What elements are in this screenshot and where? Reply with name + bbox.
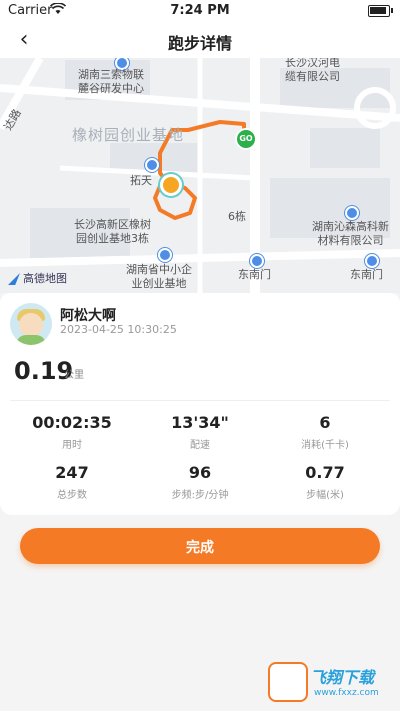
map-label: 东南门 <box>350 268 383 281</box>
map-poi-icon <box>345 206 359 220</box>
end-marker <box>160 174 182 196</box>
run-datetime: 2023-04-25 10:30:25 <box>60 323 177 336</box>
map-label: 拓天 <box>130 174 152 187</box>
run-summary-card: 阿松大啊 2023-04-25 10:30:25 0.19 公里 00:02:3… <box>0 293 400 515</box>
stat-steps: 247 总步数 <box>12 463 132 501</box>
map-label: 长沙高新区橡树 园创业基地3栋 <box>74 218 151 245</box>
map-poi-icon <box>365 254 379 268</box>
amap-logo-icon <box>8 273 20 285</box>
distance-unit: 公里 <box>64 370 84 381</box>
map-label: 湖南三索物联 麓谷研发中心 <box>78 68 144 95</box>
stat-label: 配速 <box>190 440 210 451</box>
stat-value: 00:02:35 <box>32 413 112 432</box>
stat-label: 用时 <box>62 440 82 451</box>
watermark-url: www.fxxz.com <box>314 688 379 698</box>
map-label: 6栋 <box>228 210 246 223</box>
map-poi-icon <box>145 158 159 172</box>
map-label: 长沙汉河电 缆有限公司 <box>285 58 340 83</box>
map-poi-icon <box>250 254 264 268</box>
stat-value: 0.77 <box>305 463 345 482</box>
page-title: 跑步详情 <box>167 34 232 53</box>
status-time: 7:24 PM <box>170 3 230 18</box>
stat-calories: 6 消耗(千卡) <box>265 413 385 451</box>
stat-pace: 13'34" 配速 <box>140 413 260 451</box>
stat-label: 消耗(千卡) <box>301 440 349 451</box>
battery-icon <box>368 5 393 17</box>
stat-label: 步频:步/分钟 <box>171 490 229 501</box>
watermark-title: 飞翔下载 <box>310 668 375 687</box>
map-label: 橡树园创业基地 <box>72 126 185 144</box>
watermark-logo-icon <box>268 662 308 702</box>
stat-cadence: 96 步频:步/分钟 <box>140 463 260 501</box>
stat-value: 13'34" <box>171 413 229 432</box>
avatar <box>10 303 52 345</box>
username: 阿松大啊 <box>60 308 116 324</box>
map-poi-icon <box>158 248 172 262</box>
stat-stride: 0.77 步幅(米) <box>265 463 385 501</box>
start-marker: GO <box>235 128 257 150</box>
nav-bar: ‹ 跑步详情 <box>0 22 400 58</box>
map-label: 湖南省中小企 业创业基地 <box>126 263 192 290</box>
map-label: 东南门 <box>238 268 271 281</box>
stat-label: 步幅(米) <box>306 490 344 501</box>
stat-label: 总步数 <box>57 490 87 501</box>
stat-duration: 00:02:35 用时 <box>12 413 132 451</box>
stat-value: 96 <box>188 463 212 482</box>
done-button[interactable]: 完成 <box>20 528 380 564</box>
stat-value: 247 <box>55 463 89 482</box>
divider <box>10 400 390 401</box>
stat-value: 6 <box>319 413 331 432</box>
map-provider-logo: 高德地图 <box>8 270 67 286</box>
map-label: 湖南沁森高科新 材料有限公司 <box>312 220 389 247</box>
watermark: 飞翔下载 www.fxxz.com <box>268 662 398 708</box>
status-bar: Carrier 7:24 PM <box>0 0 400 22</box>
map-background <box>0 58 400 293</box>
route-map[interactable]: GO 长沙汉河电 缆有限公司 湖南三索物联 麓谷研发中心 橡树园创业基地 拓天 … <box>0 58 400 293</box>
